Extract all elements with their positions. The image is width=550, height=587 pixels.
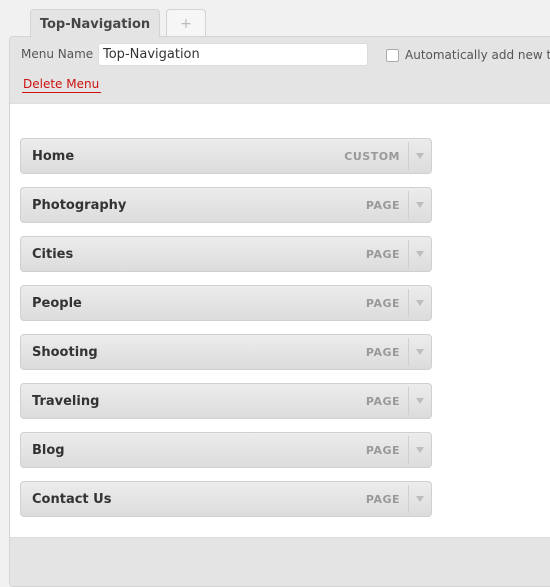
add-menu-tab[interactable]: + (166, 9, 206, 37)
delete-menu-link[interactable]: Delete Menu (22, 77, 102, 93)
menu-item-title: People (32, 296, 82, 311)
chevron-down-icon (416, 496, 424, 502)
auto-add-option[interactable]: Automatically add new top-level pages (386, 48, 550, 62)
item-toggle-button[interactable] (408, 191, 431, 219)
menu-header: Menu Name Automatically add new top-leve… (10, 37, 550, 104)
menu-item-shooting[interactable]: Shooting PAGE (20, 334, 432, 370)
menu-item-blog[interactable]: Blog PAGE (20, 432, 432, 468)
item-toggle-button[interactable] (408, 338, 431, 366)
item-toggle-button[interactable] (408, 387, 431, 415)
menu-item-photography[interactable]: Photography PAGE (20, 187, 432, 223)
chevron-down-icon (416, 251, 424, 257)
menu-item-contact-us[interactable]: Contact Us PAGE (20, 481, 432, 517)
menu-item-type: PAGE (365, 297, 400, 310)
menu-item-type: PAGE (365, 493, 400, 506)
menu-item-type: PAGE (365, 444, 400, 457)
menu-item-home[interactable]: Home CUSTOM (20, 138, 432, 174)
menu-footer (10, 537, 550, 586)
menu-item-title: Contact Us (32, 492, 112, 507)
chevron-down-icon (416, 202, 424, 208)
menu-item-title: Traveling (32, 394, 100, 409)
item-toggle-button[interactable] (408, 240, 431, 268)
item-toggle-button[interactable] (408, 289, 431, 317)
item-toggle-button[interactable] (408, 436, 431, 464)
tab-top-navigation[interactable]: Top-Navigation (30, 9, 160, 38)
menu-item-title: Blog (32, 443, 65, 458)
menu-item-title: Cities (32, 247, 74, 262)
menu-item-type: PAGE (365, 346, 400, 359)
menu-name-input[interactable] (98, 43, 368, 66)
menu-item-type: PAGE (365, 395, 400, 408)
chevron-down-icon (416, 153, 424, 159)
chevron-down-icon (416, 349, 424, 355)
menu-item-title: Shooting (32, 345, 98, 360)
menu-item-type: CUSTOM (344, 150, 400, 163)
checkbox-icon[interactable] (386, 48, 399, 62)
plus-icon: + (180, 15, 192, 32)
menu-item-title: Photography (32, 198, 127, 213)
menu-item-type: PAGE (365, 199, 400, 212)
item-toggle-button[interactable] (408, 485, 431, 513)
chevron-down-icon (416, 398, 424, 404)
menu-item-people[interactable]: People PAGE (20, 285, 432, 321)
menu-item-title: Home (32, 149, 75, 164)
tab-label: Top-Navigation (39, 16, 151, 32)
menu-item-traveling[interactable]: Traveling PAGE (20, 383, 432, 419)
chevron-down-icon (416, 447, 424, 453)
item-toggle-button[interactable] (408, 142, 431, 170)
auto-add-label: Automatically add new top-level pages (405, 48, 550, 62)
menu-editor-panel: Menu Name Automatically add new top-leve… (9, 36, 550, 587)
menu-name-label: Menu Name (21, 47, 94, 61)
menu-item-type: PAGE (365, 248, 400, 261)
chevron-down-icon (416, 300, 424, 306)
menu-item-cities[interactable]: Cities PAGE (20, 236, 432, 272)
